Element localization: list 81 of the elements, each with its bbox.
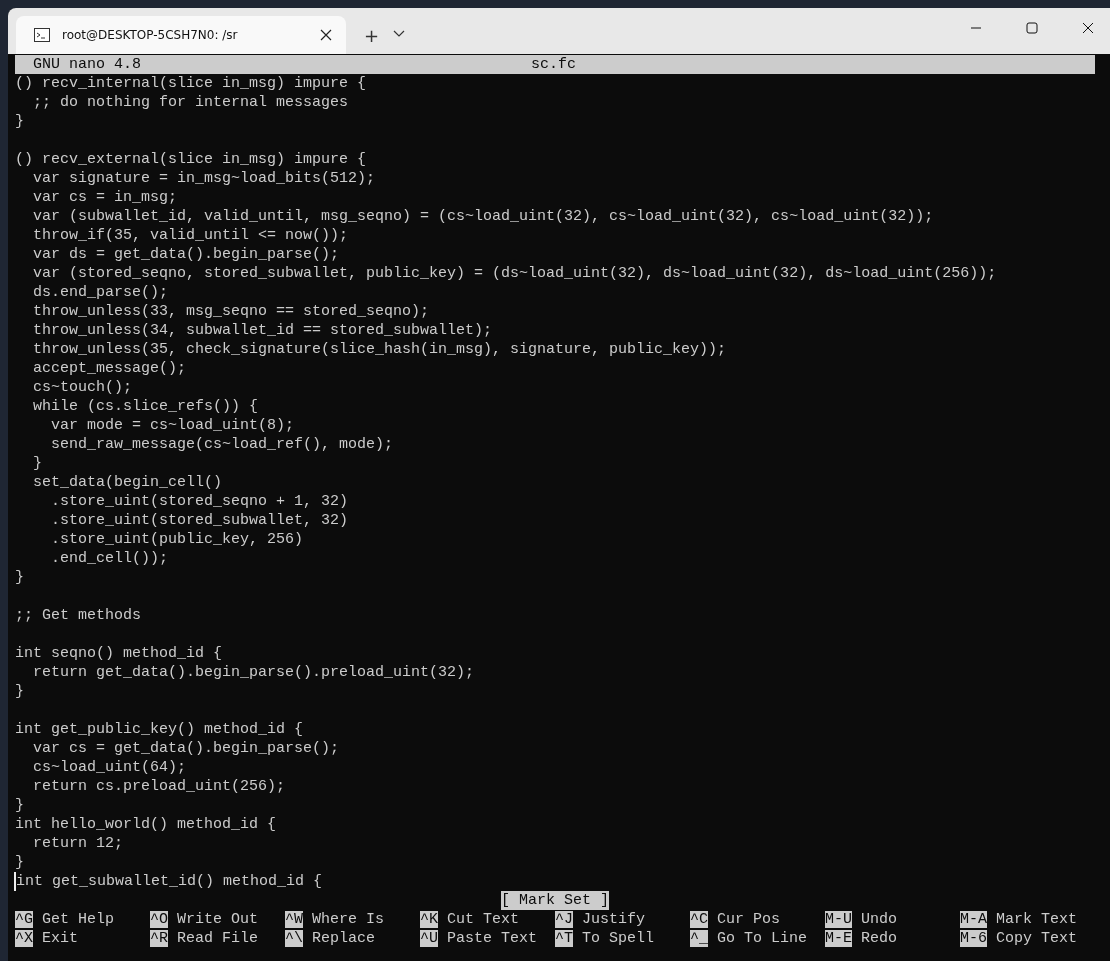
- shortcut-label: Cut Text: [447, 911, 520, 928]
- code-line: throw_unless(33, msg_seqno == stored_seqno);: [32, 302, 431, 321]
- code-line: .store_uint(stored_seqno + 1, 32): [50, 492, 350, 511]
- code-line: accept_message();: [32, 359, 188, 378]
- code-line: .store_uint(public_key, 256): [50, 530, 305, 549]
- code-line: send_raw_message(cs~load_ref(), mode);: [50, 435, 395, 454]
- status-message: [ Mark Set ]: [501, 891, 609, 910]
- code-line: set_data(begin_cell(): [32, 473, 224, 492]
- shortcut-label: Justify: [582, 911, 646, 928]
- shortcut-key: M-E: [825, 930, 852, 947]
- shortcut-key: ^W: [285, 911, 303, 928]
- code-line: var ds = get_data().begin_parse();: [32, 245, 341, 264]
- close-icon[interactable]: [320, 29, 332, 41]
- shortcut-label: Undo: [861, 911, 898, 928]
- shortcut-label: Copy Text: [996, 930, 1078, 947]
- code-line: cs~load_uint(64);: [32, 758, 188, 777]
- close-icon[interactable]: [1082, 22, 1094, 34]
- code-line: ;; Get methods: [15, 606, 143, 625]
- shortcut-key: ^R: [150, 930, 168, 947]
- code-line: throw_unless(34, subwallet_id == stored_subwallet);: [32, 321, 494, 340]
- shortcut-key: ^C: [690, 911, 708, 928]
- shortcut-key: ^O: [150, 911, 168, 928]
- shortcut-key: ^J: [555, 911, 573, 928]
- terminal-icon: [34, 28, 50, 42]
- code-line: return cs.preload_uint(256);: [32, 777, 287, 796]
- maximize-icon[interactable]: [1026, 22, 1038, 34]
- shortcut-key: ^K: [420, 911, 438, 928]
- shortcut-label: Paste Text: [447, 930, 538, 947]
- code-line: }: [32, 454, 43, 473]
- shortcut-label: Where Is: [312, 911, 385, 928]
- shortcut-label: Go To Line: [717, 930, 808, 947]
- terminal-tab[interactable]: root@DESKTOP-5CSH7N0: /sr: [16, 16, 346, 54]
- tab-title: root@DESKTOP-5CSH7N0: /sr: [62, 28, 239, 42]
- code-line: var (stored_seqno, stored_subwallet, public_key) = (ds~load_uint(32), ds~load_uint(32), ds~load_uint(256));: [32, 264, 998, 283]
- shortcut-label: Get Help: [42, 911, 115, 928]
- code-line: }: [15, 568, 25, 587]
- code-line: int get_public_key() method_id {: [15, 720, 305, 739]
- file-name: sc.fc: [531, 55, 577, 74]
- code-line: .store_uint(stored_subwallet, 32): [50, 511, 350, 530]
- shortcut-label: Mark Text: [996, 911, 1078, 928]
- code-line: var signature = in_msg~load_bits(512);: [32, 169, 377, 188]
- shortcut-key: ^X: [15, 930, 33, 947]
- code-line: () recv_external(slice in_msg) impure {: [15, 150, 368, 169]
- shortcut-key: M-U: [825, 911, 852, 928]
- shortcut-key: M-6: [960, 930, 987, 947]
- code-line: }: [15, 112, 25, 131]
- code-line: var (subwallet_id, valid_until, msg_seqno) = (cs~load_uint(32), cs~load_uint(32), cs~load_uint(32));: [32, 207, 935, 226]
- shortcut-label: To Spell: [582, 930, 655, 947]
- code-line: int hello_world() method_id {: [15, 815, 278, 834]
- nano-version: GNU nano 4.8: [32, 55, 142, 74]
- chevron-down-icon[interactable]: [393, 30, 406, 38]
- code-line: ds.end_parse();: [32, 283, 170, 302]
- code-line: }: [15, 796, 25, 815]
- shortcut-label: Read File: [177, 930, 259, 947]
- code-line: throw_if(35, valid_until <= now());: [32, 226, 350, 245]
- code-line: }: [15, 853, 25, 872]
- code-line: cs~touch();: [32, 378, 134, 397]
- code-line: var cs = get_data().begin_parse();: [32, 739, 341, 758]
- shortcut-key: ^T: [555, 930, 573, 947]
- code-line: var mode = cs~load_uint(8);: [50, 416, 296, 435]
- code-line: }: [15, 682, 25, 701]
- code-line: ;; do nothing for internal messages: [32, 93, 350, 112]
- shortcut-key: ^\: [285, 930, 303, 947]
- shortcut-label: Cur Pos: [717, 911, 781, 928]
- shortcut-label: Exit: [42, 930, 79, 947]
- shortcut-key: M-A: [960, 911, 987, 928]
- shortcut-label: Replace: [312, 930, 376, 947]
- code-line: return get_data().begin_parse().preload_uint(32);: [32, 663, 476, 682]
- code-line: return 12;: [32, 834, 125, 853]
- code-line: var cs = in_msg;: [32, 188, 179, 207]
- shortcut-key: ^U: [420, 930, 438, 947]
- code-line: throw_unless(35, check_signature(slice_hash(in_msg), signature, public_key));: [32, 340, 728, 359]
- shortcut-label: Write Out: [177, 911, 259, 928]
- code-line: int seqno() method_id {: [15, 644, 224, 663]
- new-tab-button[interactable]: +: [360, 25, 384, 46]
- code-line: () recv_internal(slice in_msg) impure {: [15, 74, 368, 93]
- code-line: while (cs.slice_refs()) {: [32, 397, 260, 416]
- shortcut-key: ^G: [15, 911, 33, 928]
- shortcut-key: ^_: [690, 930, 708, 947]
- shortcut-label: Redo: [861, 930, 898, 947]
- code-line: .end_cell());: [50, 549, 170, 568]
